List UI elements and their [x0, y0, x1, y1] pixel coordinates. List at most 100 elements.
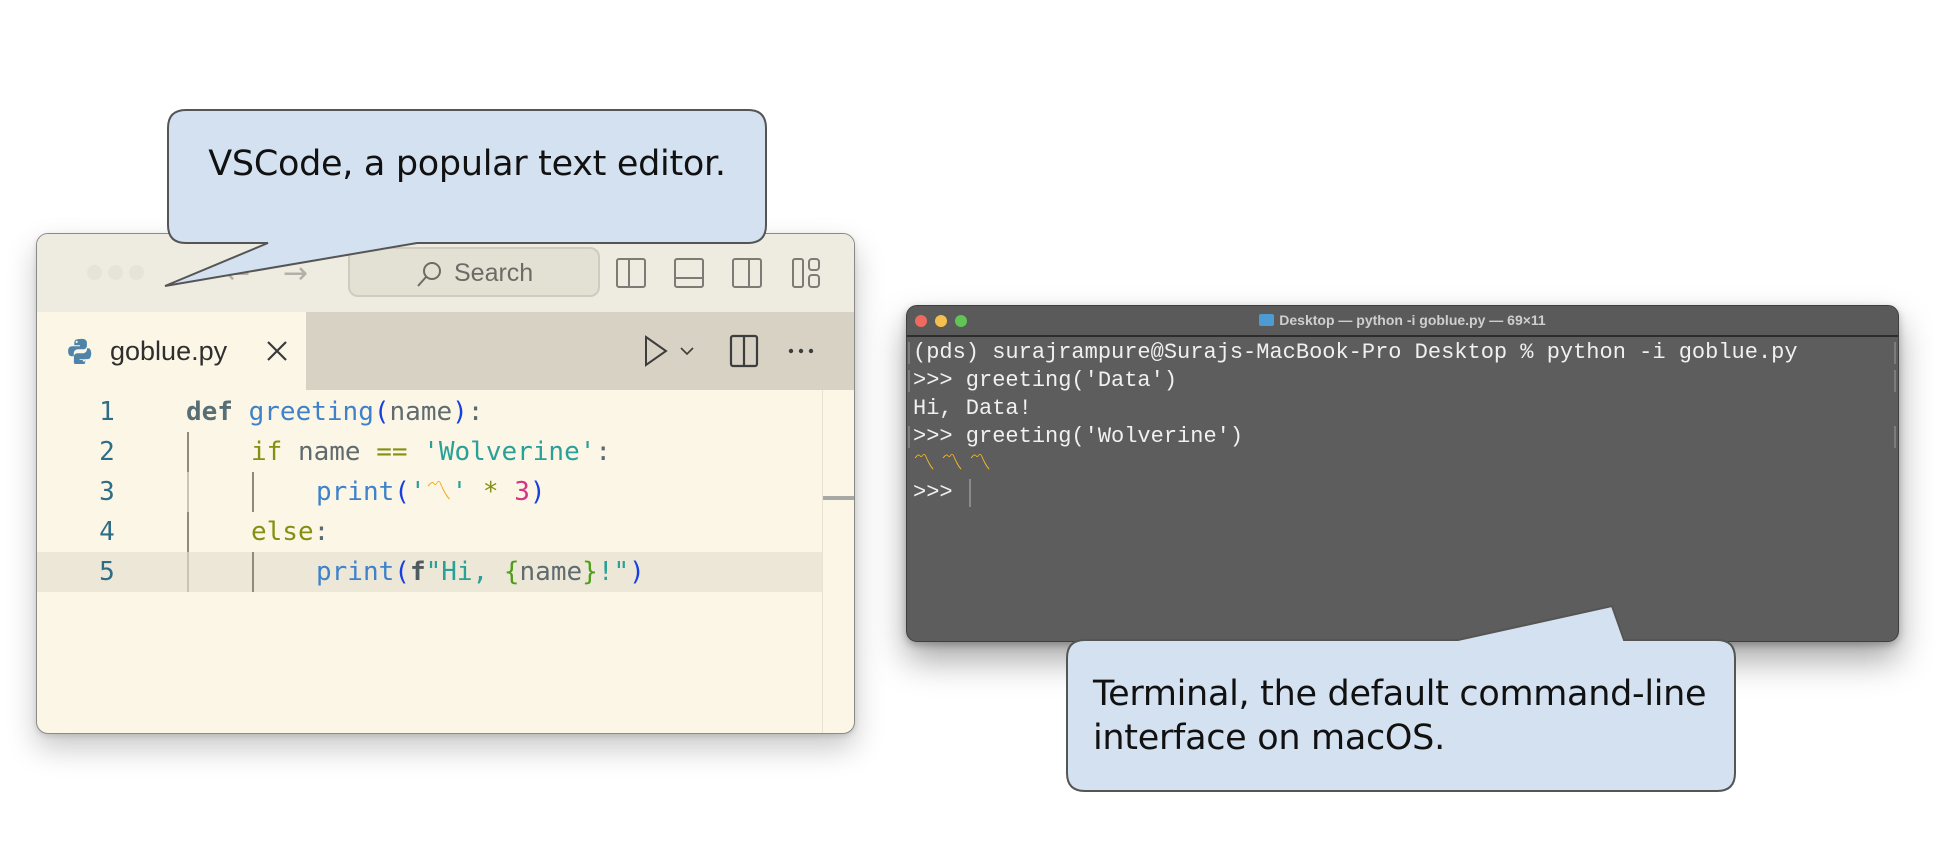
- code-token-brace: {: [503, 557, 520, 587]
- code-token-paren: ): [452, 397, 468, 427]
- run-python-file-icon[interactable]: [642, 334, 670, 368]
- code-token-punc: [467, 477, 483, 507]
- command-mark-right: [1894, 370, 1896, 392]
- tab-filename: goblue.py: [110, 336, 228, 366]
- code-text: def greeting(name):: [186, 392, 483, 432]
- code-token-str: 'Wolverine': [423, 437, 596, 467]
- code-token-op: *: [482, 477, 499, 507]
- command-center-search[interactable]: Search: [348, 247, 600, 297]
- terminal-callout-line-1: Terminal, the default command-line: [1093, 674, 1707, 714]
- code-text: print('〽' * 3): [316, 472, 546, 512]
- code-token-ctl: if: [251, 437, 283, 467]
- folder-icon: [1259, 314, 1275, 326]
- line-number: 4: [99, 517, 115, 547]
- toggle-primary-sidebar-icon[interactable]: [615, 257, 647, 289]
- code-token-paren: (: [394, 557, 410, 587]
- code-token-punc: [233, 397, 249, 427]
- code-line[interactable]: 4 else:: [37, 512, 822, 552]
- code-token-paren: (: [394, 477, 410, 507]
- code-line[interactable]: 1 def greeting(name):: [37, 392, 822, 432]
- tab-goblue-py[interactable]: goblue.py: [37, 312, 306, 390]
- code-token-var: name: [389, 397, 453, 427]
- terminal-prompt: >>>: [913, 480, 966, 505]
- terminal-line: Hi, Data!: [913, 396, 1032, 421]
- forward-arrow-icon[interactable]: →: [283, 254, 308, 294]
- terminal-callout-line-2: interface on macOS.: [1093, 718, 1445, 758]
- run-dropdown-chevron-icon[interactable]: [678, 334, 696, 368]
- terminal-line: 〽〽〽: [913, 452, 998, 477]
- search-icon: [417, 262, 441, 287]
- window-close-dot[interactable]: [87, 265, 102, 280]
- code-token-punc: :: [467, 397, 484, 427]
- terminal-title-text: Desktop — python -i goblue.py — 69×11: [1279, 312, 1546, 328]
- code-token-str: ': [409, 477, 426, 507]
- toggle-secondary-sidebar-icon[interactable]: [731, 257, 763, 289]
- indent-guide: [187, 552, 189, 592]
- customize-layout-icon[interactable]: [790, 257, 822, 289]
- vscode-titlebar: ← → Search: [37, 234, 854, 312]
- line-number: 3: [99, 477, 115, 507]
- code-token-fn: print: [316, 477, 395, 507]
- code-token-str: ': [451, 477, 468, 507]
- command-mark-right: [1894, 426, 1896, 448]
- code-token-ctl: else: [251, 517, 314, 547]
- command-mark: [908, 370, 910, 392]
- search-placeholder: Search: [454, 259, 534, 287]
- code-token-paren: (: [373, 397, 390, 427]
- code-token-fn: print: [316, 557, 395, 587]
- code-token-punc: [499, 477, 515, 507]
- terminal-window: Desktop — python -i goblue.py — 69×11 (p…: [906, 305, 1899, 642]
- terminal-callout-text: Terminal, the default command-line inter…: [1093, 672, 1723, 760]
- code-token-punc: :: [313, 517, 330, 547]
- command-mark: [908, 426, 910, 448]
- code-editor[interactable]: 1 def greeting(name): 2 if name == 'Wolveri…: [37, 390, 854, 733]
- code-token-str: "Hi,: [425, 557, 504, 587]
- vscode-window: ← → Search goblue.py 1 def greeting(name…: [36, 233, 855, 734]
- minimap-divider: [822, 390, 823, 733]
- terminal-titlebar: Desktop — python -i goblue.py — 69×11: [907, 306, 1898, 337]
- line-number: 2: [99, 437, 115, 467]
- toggle-panel-icon[interactable]: [673, 257, 705, 289]
- indent-guide: [187, 472, 189, 512]
- editor-tab-bar: goblue.py: [37, 312, 854, 390]
- vscode-callout-text: VSCode, a popular text editor.: [208, 144, 726, 184]
- window-zoom-dot[interactable]: [129, 265, 144, 280]
- code-token-var: name: [519, 557, 583, 587]
- code-text: print(f"Hi, {name}!"): [316, 552, 645, 592]
- line-number: 5: [99, 557, 115, 587]
- code-token-punc: :: [595, 437, 612, 467]
- code-line[interactable]: 5 print(f"Hi, {name}!"): [37, 552, 822, 592]
- code-token-num: 3: [514, 477, 530, 507]
- command-mark: [908, 342, 910, 364]
- more-actions-icon[interactable]: [786, 334, 816, 368]
- command-mark-right: [1894, 342, 1896, 364]
- code-line[interactable]: 2 if name == 'Wolverine':: [37, 432, 822, 472]
- terminal-cursor: [969, 479, 971, 507]
- code-token-op: ==: [376, 437, 408, 467]
- code-token-str: !": [597, 557, 630, 587]
- window-minimize-dot[interactable]: [108, 265, 123, 280]
- code-token-var: name: [282, 437, 377, 467]
- indent-guide: [252, 472, 254, 512]
- indent-guide: [187, 512, 189, 552]
- close-tab-icon[interactable]: [262, 332, 292, 368]
- code-token-punc: [408, 437, 424, 467]
- terminal-output[interactable]: (pds) surajrampure@Surajs-MacBook-Pro De…: [907, 337, 1898, 641]
- code-token-claw: 〽: [425, 477, 452, 507]
- code-line[interactable]: 3 print('〽' * 3): [37, 472, 822, 512]
- split-editor-icon[interactable]: [729, 334, 759, 368]
- back-arrow-icon[interactable]: ←: [225, 254, 250, 294]
- overview-ruler-marker[interactable]: [823, 496, 854, 500]
- code-text: else:: [251, 512, 329, 552]
- python-file-icon: [68, 338, 92, 364]
- indent-guide: [252, 552, 254, 592]
- code-token-fpre: f: [409, 557, 426, 587]
- terminal-line: >>> greeting('Data'): [913, 368, 1178, 393]
- code-token-fn: greeting: [248, 397, 374, 427]
- terminal-line: >>> greeting('Wolverine'): [913, 424, 1244, 449]
- code-token-kw: def: [186, 397, 233, 427]
- code-token-paren: ): [629, 557, 645, 587]
- indent-guide: [187, 432, 189, 472]
- code-token-brace: }: [582, 557, 598, 587]
- code-text: if name == 'Wolverine':: [251, 432, 611, 472]
